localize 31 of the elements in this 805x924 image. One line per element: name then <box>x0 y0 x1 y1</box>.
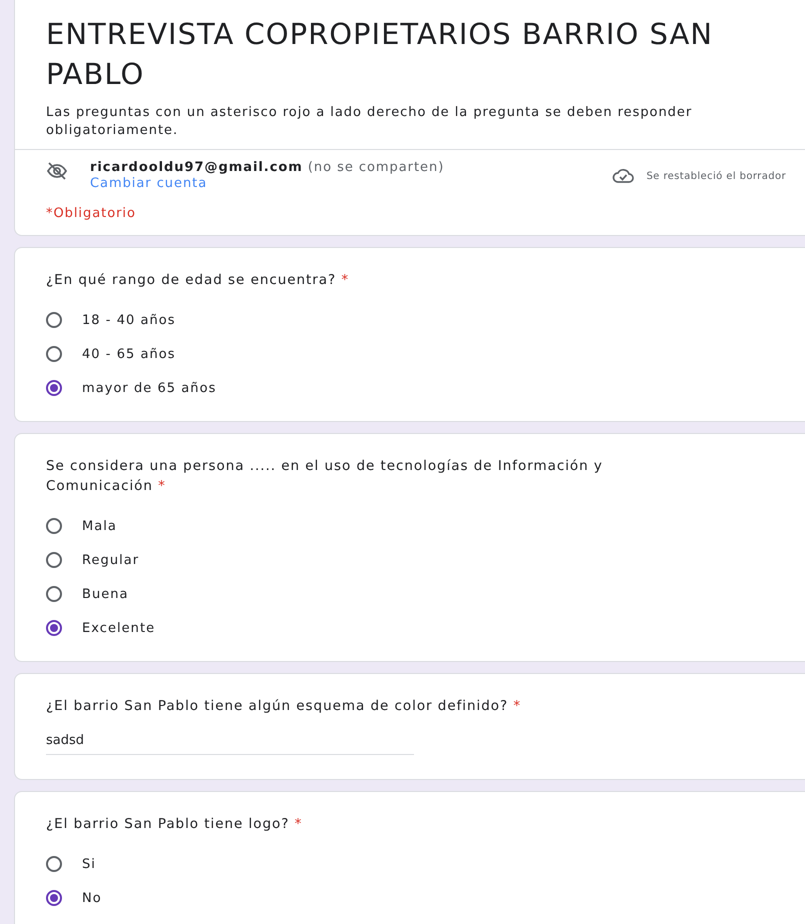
cloud-check-icon <box>612 168 634 184</box>
switch-account-link[interactable]: Cambiar cuenta <box>90 176 208 191</box>
option-label: 40 - 65 años <box>82 346 176 362</box>
form-title: ENTREVISTA COPROPIETARIOS BARRIO SAN PABLO <box>45 16 714 93</box>
option-label: Excelente <box>82 620 156 636</box>
question-text: ¿El barrio San Pablo tiene algún esquema de color definido? * <box>46 697 522 716</box>
question-text: ¿En qué rango de edad se encuentra? * <box>46 271 350 290</box>
draft-status: Se restableció el borrador <box>646 170 786 182</box>
account-email: ricardooldu97@gmail.com <box>90 160 303 175</box>
question-text: ¿El barrio San Pablo tiene logo? * <box>46 815 304 834</box>
form-description: Las preguntas con un asterisco rojo a lado derecho de la pregunta se deben responder obligatoriamente. <box>45 104 694 140</box>
option-label: Buena <box>82 586 129 602</box>
radio-button[interactable] <box>46 620 62 636</box>
radio-button[interactable] <box>46 346 62 362</box>
option-label: mayor de 65 años <box>82 380 216 396</box>
option-label: 18 - 40 años <box>82 312 176 328</box>
radio-button[interactable] <box>46 552 62 568</box>
radio-button[interactable] <box>46 518 62 534</box>
radio-button[interactable] <box>46 312 62 328</box>
required-note: *Obligatorio <box>45 206 137 221</box>
option-label: Si <box>82 856 96 872</box>
privacy-note: (no se comparten) <box>308 160 444 175</box>
eye-off-icon <box>46 162 68 180</box>
option-label: Mala <box>82 518 117 534</box>
radio-button[interactable] <box>46 890 62 906</box>
radio-button[interactable] <box>46 856 62 872</box>
option-label: Regular <box>82 552 140 568</box>
option-label: No <box>82 890 102 906</box>
radio-button[interactable] <box>46 586 62 602</box>
question-text: Se considera una persona ..... en el uso de tecnologías de Información y Comunicación * <box>46 457 604 496</box>
radio-button[interactable] <box>46 380 62 396</box>
